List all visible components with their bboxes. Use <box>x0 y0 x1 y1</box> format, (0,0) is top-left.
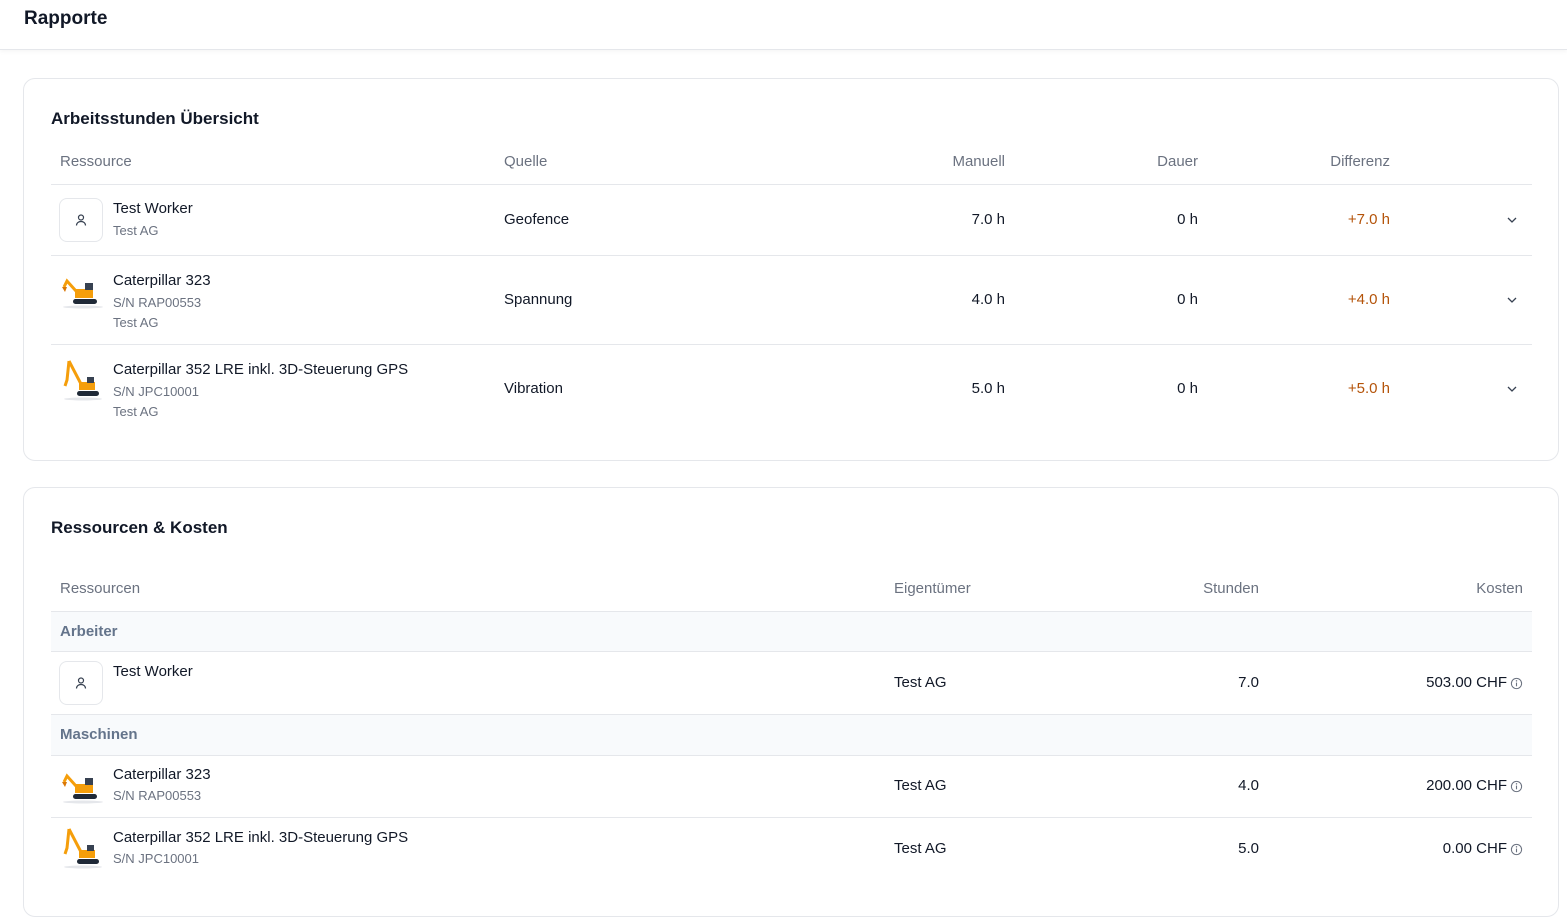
machine-image <box>59 269 103 313</box>
col-header-resources: Ressourcen <box>60 580 141 597</box>
resource-serial: S/N JPC10001 <box>113 384 199 399</box>
owner-value: Test AG <box>894 840 947 857</box>
header-divider <box>51 184 1532 185</box>
resource-owner: Test AG <box>113 404 159 419</box>
top-bar: Rapporte <box>0 0 1567 50</box>
cost-cell: 200.00 CHF <box>1324 777 1523 794</box>
hours-value: 5.0 <box>1238 840 1259 857</box>
manual-value: 5.0 h <box>971 380 1005 397</box>
col-header-manual: Manuell <box>952 153 1005 170</box>
row-divider <box>51 817 1532 818</box>
row-divider <box>51 255 1532 256</box>
manual-value: 7.0 h <box>971 211 1005 228</box>
info-icon[interactable] <box>1510 780 1523 793</box>
group-label: Maschinen <box>60 726 138 743</box>
resource-name: Test Worker <box>113 200 193 217</box>
col-header-duration: Dauer <box>1157 153 1198 170</box>
row-divider <box>51 651 1532 652</box>
row-divider <box>51 344 1532 345</box>
cost-value: 503.00 CHF <box>1426 674 1507 691</box>
col-header-source: Quelle <box>504 153 548 170</box>
owner-value: Test AG <box>894 674 947 691</box>
chevron-down-icon[interactable] <box>1504 212 1520 228</box>
long-reach-excavator-icon <box>63 828 102 869</box>
resources-costs-title: Ressourcen & Kosten <box>51 518 228 537</box>
resource-name: Caterpillar 352 LRE inkl. 3D-Steuerung G… <box>113 361 409 378</box>
hours-overview-card: Arbeitsstunden Übersicht Ressource Quell… <box>23 78 1559 461</box>
group-row-workers: Arbeiter <box>51 612 1532 652</box>
chevron-down-icon[interactable] <box>1504 381 1520 397</box>
resource-owner: Test AG <box>113 223 159 238</box>
resource-serial: S/N JPC10001 <box>113 851 199 866</box>
difference-value: +5.0 h <box>1347 380 1390 397</box>
resources-costs-card: Ressourcen & Kosten Ressourcen Eigentüme… <box>23 487 1559 917</box>
info-icon[interactable] <box>1510 677 1523 690</box>
user-icon <box>75 214 87 226</box>
cost-cell: 503.00 CHF <box>1324 674 1523 691</box>
owner-value: Test AG <box>894 777 947 794</box>
cost-value: 200.00 CHF <box>1426 777 1507 794</box>
resource-serial: S/N RAP00553 <box>113 788 202 803</box>
resource-owner: Test AG <box>113 315 159 330</box>
col-header-costs: Kosten <box>1476 580 1523 597</box>
difference-value: +7.0 h <box>1347 211 1390 228</box>
source-value: Spannung <box>504 291 573 308</box>
machine-image <box>59 826 103 870</box>
hours-overview-title: Arbeitsstunden Übersicht <box>51 109 259 128</box>
hours-value: 4.0 <box>1238 777 1259 794</box>
chevron-down-icon[interactable] <box>1504 292 1520 308</box>
duration-value: 0 h <box>1177 211 1198 228</box>
resource-name: Caterpillar 352 LRE inkl. 3D-Steuerung G… <box>113 829 409 846</box>
group-label: Arbeiter <box>60 623 118 640</box>
excavator-icon <box>62 773 103 804</box>
row-divider <box>51 755 1532 756</box>
source-value: Vibration <box>504 380 563 397</box>
resource-name: Caterpillar 323 <box>113 272 211 289</box>
avatar <box>59 661 103 705</box>
machine-image <box>59 764 103 808</box>
excavator-icon <box>62 278 103 309</box>
col-header-difference: Differenz <box>1330 153 1390 170</box>
resource-name: Test Worker <box>113 663 193 680</box>
difference-value: +4.0 h <box>1347 291 1390 308</box>
col-header-resource: Ressource <box>60 153 132 170</box>
avatar <box>59 198 103 242</box>
cost-cell: 0.00 CHF <box>1324 840 1523 857</box>
resource-serial: S/N RAP00553 <box>113 295 202 310</box>
user-icon <box>75 677 87 689</box>
duration-value: 0 h <box>1177 291 1198 308</box>
hours-value: 7.0 <box>1238 674 1259 691</box>
resource-name: Caterpillar 323 <box>113 766 211 783</box>
manual-value: 4.0 h <box>971 291 1005 308</box>
long-reach-excavator-icon <box>63 360 102 401</box>
page-title: Rapporte <box>24 8 108 29</box>
col-header-hours: Stunden <box>1203 580 1259 597</box>
info-icon[interactable] <box>1510 843 1523 856</box>
group-row-machines: Maschinen <box>51 715 1532 755</box>
source-value: Geofence <box>504 211 570 228</box>
cost-value: 0.00 CHF <box>1442 840 1507 857</box>
col-header-owner: Eigentümer <box>894 580 971 597</box>
machine-image <box>59 358 103 402</box>
duration-value: 0 h <box>1177 380 1198 397</box>
